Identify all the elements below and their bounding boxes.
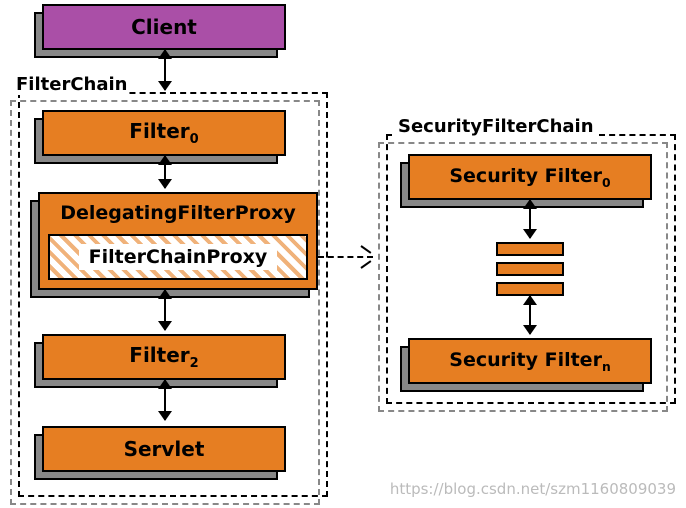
arrow-stack-secn bbox=[529, 296, 531, 334]
watermark-text: https://blog.csdn.net/szm1160809039 bbox=[390, 480, 676, 498]
filterchain-label: FilterChain bbox=[14, 74, 129, 95]
filter2-box: Filter2 bbox=[42, 334, 286, 380]
filter2-label: Filter2 bbox=[129, 343, 198, 371]
securityfilterchain-label: SecurityFilterChain bbox=[396, 116, 596, 137]
connector-arrowhead bbox=[358, 245, 374, 267]
arrow-filter2-servlet bbox=[164, 380, 166, 420]
filter0-label: Filter0 bbox=[129, 119, 198, 147]
delegating-label: DelegatingFilterProxy bbox=[60, 202, 296, 224]
servlet-box: Servlet bbox=[42, 426, 286, 472]
secfiltern-label: Security Filtern bbox=[449, 349, 610, 374]
arrow-delegating-filter2 bbox=[164, 290, 166, 330]
client-label: Client bbox=[131, 15, 197, 39]
arrow-client-filter0 bbox=[164, 50, 166, 90]
filterchainproxy-label: FilterChainProxy bbox=[79, 244, 278, 270]
arrow-filter0-delegating bbox=[164, 156, 166, 188]
secfiltern-box: Security Filtern bbox=[408, 338, 652, 384]
stack-bars-icon bbox=[496, 242, 564, 296]
client-box: Client bbox=[42, 4, 286, 50]
secfilter0-label: Security Filter0 bbox=[449, 165, 610, 190]
arrow-sec0-stack bbox=[529, 200, 531, 238]
filterchainproxy-box: FilterChainProxy bbox=[48, 234, 308, 280]
secfilter0-box: Security Filter0 bbox=[408, 154, 652, 200]
servlet-label: Servlet bbox=[124, 437, 205, 461]
filter0-box: Filter0 bbox=[42, 110, 286, 156]
